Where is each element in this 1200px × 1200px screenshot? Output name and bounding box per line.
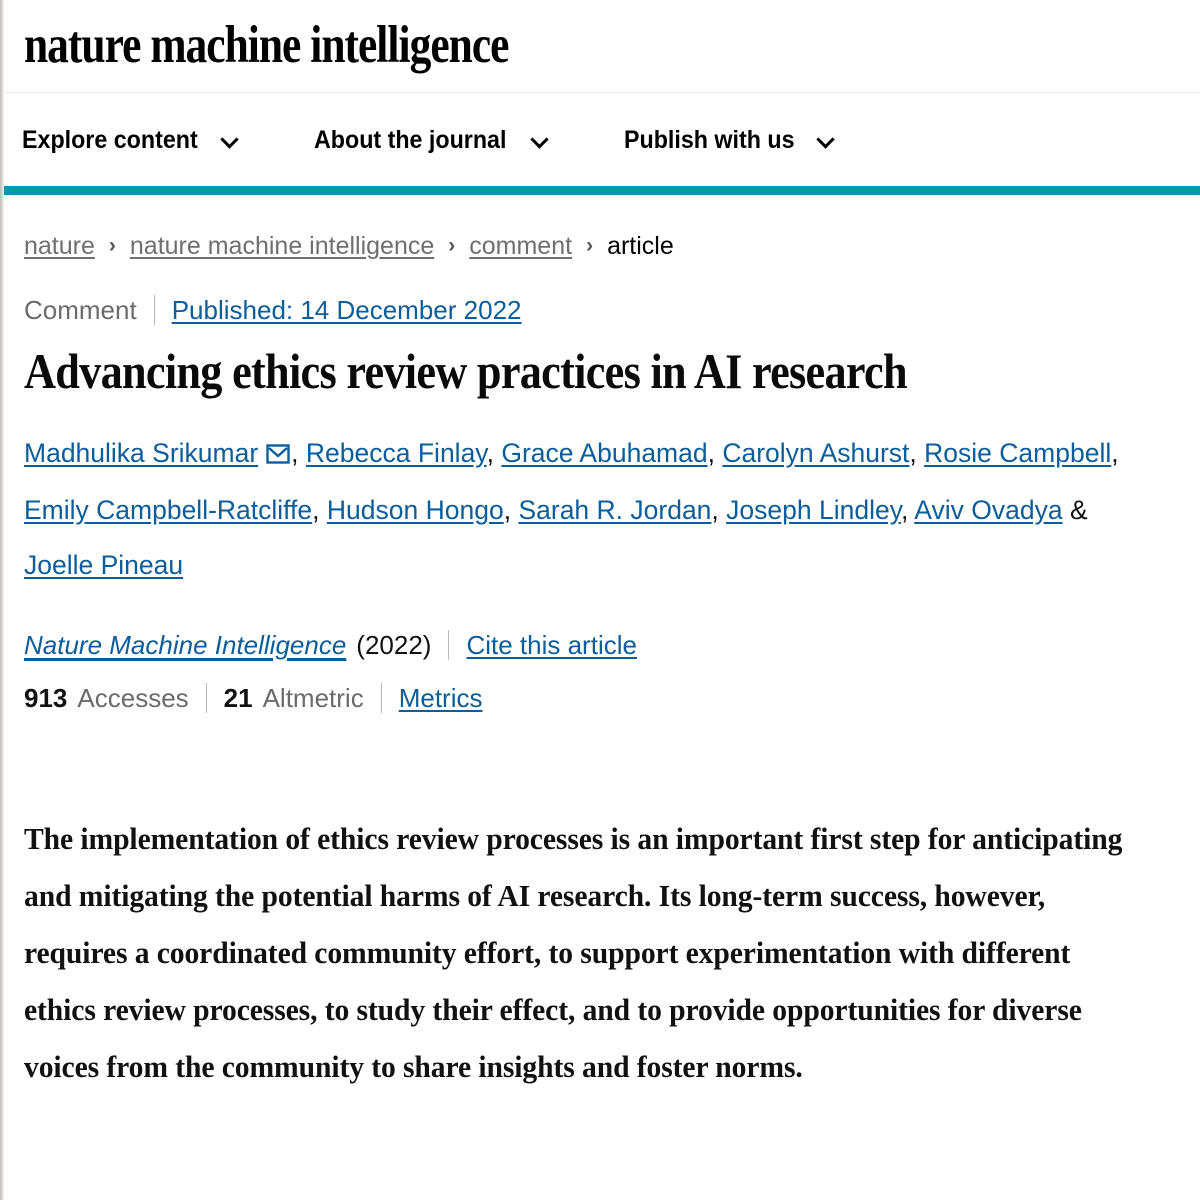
breadcrumb-item-nature[interactable]: nature [24, 231, 95, 261]
journal-citation: Nature Machine Intelligence (2022) Cite … [24, 629, 1176, 661]
article-page: nature machine intelligence Explore cont… [0, 0, 1200, 1095]
breadcrumb-separator-icon: › [448, 234, 456, 257]
divider [205, 683, 207, 713]
author-link-madhulika-srikumar[interactable]: Madhulika Srikumar [24, 438, 258, 468]
accesses-label: Accesses [77, 683, 189, 713]
chevron-down-icon [222, 132, 238, 148]
author-separator: , [1111, 438, 1119, 468]
divider [380, 683, 382, 713]
author-separator: , [707, 438, 715, 468]
author-separator: , [312, 495, 320, 525]
article-content: nature › nature machine intelligence › c… [0, 195, 1200, 1095]
author-link-rosie-campbell[interactable]: Rosie Campbell [924, 438, 1111, 468]
author-link-carolyn-ashurst[interactable]: Carolyn Ashurst [722, 438, 909, 468]
brand-accent-bar [0, 186, 1200, 195]
breadcrumb-item-comment[interactable]: comment [469, 231, 572, 261]
nav-item-label: Publish with us [623, 125, 795, 154]
author-separator: , [503, 495, 512, 525]
author-separator: , [711, 495, 719, 525]
envelope-icon[interactable] [266, 428, 290, 483]
author-link-joseph-lindley[interactable]: Joseph Lindley [726, 495, 901, 525]
breadcrumb-item-nature-machine-intelligence[interactable]: nature machine intelligence [130, 231, 434, 261]
breadcrumb-item-article: article [607, 232, 674, 260]
breadcrumb: nature › nature machine intelligence › c… [24, 195, 1176, 261]
author-ampersand: & [1069, 495, 1088, 525]
nav-item-publish-with-us[interactable]: Publish with us [624, 125, 834, 155]
nav-item-label: About the journal [313, 125, 507, 154]
metrics-link[interactable]: Metrics [399, 682, 483, 714]
author-separator: , [291, 438, 299, 468]
divider [448, 630, 450, 660]
nav-item-about-the-journal[interactable]: About the journal [314, 125, 548, 155]
author-link-joelle-pineau[interactable]: Joelle Pineau [24, 550, 183, 580]
nav-item-label: Explore content [22, 125, 198, 154]
author-link-rebecca-finlay[interactable]: Rebecca Finlay [306, 438, 487, 468]
published-date-link[interactable]: Published: 14 December 2022 [172, 294, 522, 326]
breadcrumb-separator-icon: › [108, 234, 116, 257]
cite-this-article-link[interactable]: Cite this article [466, 629, 637, 661]
journal-name-link[interactable]: Nature Machine Intelligence [24, 629, 346, 661]
chevron-down-icon [818, 132, 834, 148]
author-list: Madhulika Srikumar, Rebecca Finlay, Grac… [24, 426, 1176, 593]
primary-navigation: Explore content About the journal Publis… [0, 93, 1200, 186]
author-link-grace-abuhamad[interactable]: Grace Abuhamad [501, 438, 707, 468]
author-separator: , [909, 438, 917, 468]
author-link-hudson-hongo[interactable]: Hudson Hongo [327, 495, 504, 525]
author-link-aviv-ovadya[interactable]: Aviv Ovadya [914, 495, 1062, 525]
author-separator: , [486, 438, 494, 468]
altmetric-label: Altmetric [262, 683, 364, 713]
divider [153, 295, 155, 325]
accesses-count: 913 [24, 683, 68, 713]
author-link-sarah-r-jordan[interactable]: Sarah R. Jordan [518, 495, 711, 525]
page-title: Advancing ethics review practices in AI … [24, 343, 908, 399]
article-abstract: The implementation of ethics review proc… [24, 821, 1123, 1084]
publication-year: (2022) [356, 630, 432, 660]
window-left-edge [0, 0, 4, 1200]
article-metrics: 913 Accesses 21 Altmetric Metrics [24, 682, 1176, 714]
altmetric-count: 21 [223, 683, 253, 713]
article-kicker: Comment Published: 14 December 2022 [24, 294, 1176, 326]
author-link-emily-campbell-ratcliffe[interactable]: Emily Campbell-Ratcliffe [24, 495, 312, 525]
chevron-down-icon [532, 132, 548, 148]
journal-logo-title[interactable]: nature machine intelligence [24, 14, 988, 76]
author-separator: , [901, 495, 909, 525]
nav-item-explore-content[interactable]: Explore content [22, 125, 238, 155]
breadcrumb-separator-icon: › [586, 234, 594, 257]
journal-masthead: nature machine intelligence [0, 0, 1200, 93]
article-type-label: Comment [24, 295, 137, 325]
